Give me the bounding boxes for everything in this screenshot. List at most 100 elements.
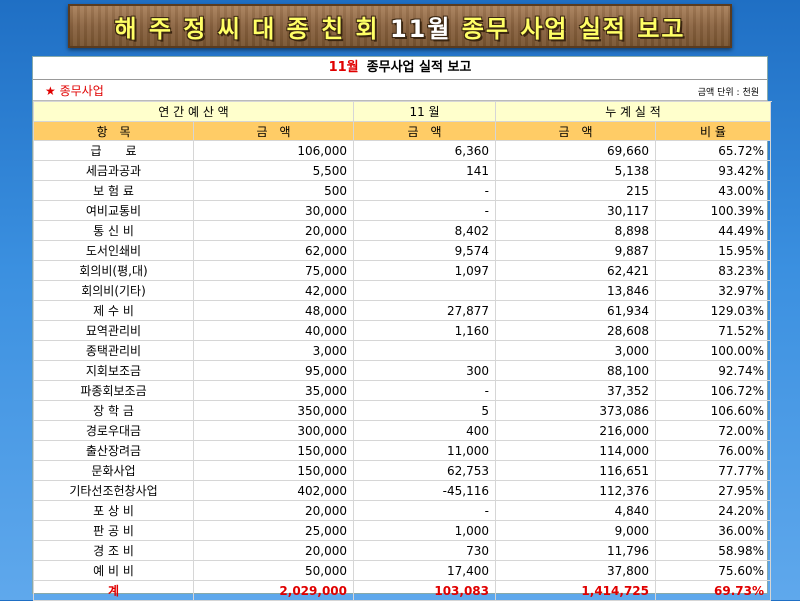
row-cumulative: 13,846 (495, 280, 656, 301)
row-budget: 75,000 (193, 260, 354, 281)
row-budget: 20,000 (193, 500, 354, 521)
report-sheet: 11월 종무사업 실적 보고 ★ 종무사업 금액 단위 : 천원 연 간 예 산 … (32, 56, 771, 601)
title-part1: 해 주 정 씨 대 종 친 회 (114, 14, 390, 43)
row-ratio: 100.00% (655, 340, 771, 361)
row-budget: 50,000 (193, 560, 354, 581)
header-ratio: 비 율 (655, 121, 771, 141)
report-subheader: ★ 종무사업 금액 단위 : 천원 (33, 80, 767, 101)
row-month: 5 (353, 400, 496, 421)
row-item-name: 경 조 비 (33, 540, 194, 561)
section-label: ★ 종무사업 (45, 84, 104, 98)
table-row: 세금과공과 5,500 141 5,138 93.42% (33, 160, 771, 181)
row-budget: 62,000 (193, 240, 354, 261)
row-budget: 350,000 (193, 400, 354, 421)
row-budget: 106,000 (193, 140, 354, 161)
row-month: 300 (353, 360, 496, 381)
row-month: 17,400 (353, 560, 496, 581)
total-month: 103,083 (353, 580, 496, 601)
header-cumulative-amount: 금 액 (495, 121, 656, 141)
row-ratio: 72.00% (655, 420, 771, 441)
page-title: 해 주 정 씨 대 종 친 회 11월 종무 사업 실적 보고 (114, 9, 685, 44)
row-month: - (353, 380, 496, 401)
title-banner: 해 주 정 씨 대 종 친 회 11월 종무 사업 실적 보고 (68, 4, 732, 48)
row-month (353, 280, 496, 301)
row-item-name: 장 학 금 (33, 400, 194, 421)
unit-label: 금액 단위 : 천원 (697, 88, 759, 98)
row-item-name: 보 험 료 (33, 180, 194, 201)
row-budget: 5,500 (193, 160, 354, 181)
row-month: 9,574 (353, 240, 496, 261)
row-cumulative: 4,840 (495, 500, 656, 521)
table-row: 장 학 금 350,000 5 373,086 106.60% (33, 400, 771, 421)
row-ratio: 77.77% (655, 460, 771, 481)
row-ratio: 83.23% (655, 260, 771, 281)
row-month: 1,160 (353, 320, 496, 341)
total-row: 계 2,029,000 103,083 1,414,725 69.73% (33, 580, 771, 601)
table-row: 예 비 비 50,000 17,400 37,800 75.60% (33, 560, 771, 581)
row-cumulative: 116,651 (495, 460, 656, 481)
table-row: 포 상 비 20,000-4,840 24.20% (33, 500, 771, 521)
row-ratio: 43.00% (655, 180, 771, 201)
row-budget: 500 (193, 180, 354, 201)
row-ratio: 76.00% (655, 440, 771, 461)
row-item-name: 통 신 비 (33, 220, 194, 241)
row-budget: 35,000 (193, 380, 354, 401)
row-budget: 48,000 (193, 300, 354, 321)
row-month: 8,402 (353, 220, 496, 241)
total-cumulative: 1,414,725 (495, 580, 656, 601)
row-ratio: 65.72% (655, 140, 771, 161)
row-cumulative: 215 (495, 180, 656, 201)
row-ratio: 75.60% (655, 560, 771, 581)
table-row: 종택관리비 3,000 3,000 100.00% (33, 340, 771, 361)
row-budget: 150,000 (193, 460, 354, 481)
row-budget: 42,000 (193, 280, 354, 301)
report-title-text: 종무사업 실적 보고 (366, 60, 472, 75)
row-month: 730 (353, 540, 496, 561)
row-budget: 3,000 (193, 340, 354, 361)
row-budget: 25,000 (193, 520, 354, 541)
report-title: 11월 종무사업 실적 보고 (33, 57, 767, 80)
row-cumulative: 3,000 (495, 340, 656, 361)
row-item-name: 제 수 비 (33, 300, 194, 321)
table-row: 기타선조헌창사업 402,000 -45,116 112,376 27.95% (33, 480, 771, 501)
table-row: 여비교통비 30,000-30,117 100.39% (33, 200, 771, 221)
row-item-name: 포 상 비 (33, 500, 194, 521)
table-row: 보 험 료 500-215 43.00% (33, 180, 771, 201)
row-month: 62,753 (353, 460, 496, 481)
table-row: 회의비(기타) 42,000 13,846 32.97% (33, 280, 771, 301)
row-cumulative: 37,352 (495, 380, 656, 401)
table-row: 제 수 비 48,000 27,877 61,934 129.03% (33, 300, 771, 321)
row-ratio: 32.97% (655, 280, 771, 301)
row-budget: 40,000 (193, 320, 354, 341)
row-month: 1,097 (353, 260, 496, 281)
row-item-name: 여비교통비 (33, 200, 194, 221)
report-month: 11월 (328, 60, 359, 75)
row-cumulative: 216,000 (495, 420, 656, 441)
row-ratio: 24.20% (655, 500, 771, 521)
row-month: 1,000 (353, 520, 496, 541)
row-budget: 402,000 (193, 480, 354, 501)
header-row-groups: 연 간 예 산 액 11 월 누 계 실 적 (33, 101, 771, 122)
table-row: 경 조 비 20,000 730 11,796 58.98% (33, 540, 771, 561)
table-row: 묘역관리비 40,000 1,160 28,608 71.52% (33, 320, 771, 341)
row-item-name: 종택관리비 (33, 340, 194, 361)
row-cumulative: 114,000 (495, 440, 656, 461)
table-row: 판 공 비 25,000 1,000 9,000 36.00% (33, 520, 771, 541)
table-row: 문화사업 150,000 62,753 116,651 77.77% (33, 460, 771, 481)
row-item-name: 예 비 비 (33, 560, 194, 581)
header-cumulative: 누 계 실 적 (495, 101, 771, 122)
row-budget: 150,000 (193, 440, 354, 461)
table-row: 급 료 106,000 6,360 69,660 65.72% (33, 140, 771, 161)
row-month: -45,116 (353, 480, 496, 501)
table-body: 급 료 106,000 6,360 69,660 65.72% 세금과공과 5,500 141… (33, 140, 771, 601)
table-row: 회의비(평,대) 75,000 1,097 62,421 83.23% (33, 260, 771, 281)
row-cumulative: 30,117 (495, 200, 656, 221)
row-item-name: 출산장려금 (33, 440, 194, 461)
row-ratio: 71.52% (655, 320, 771, 341)
row-budget: 20,000 (193, 220, 354, 241)
row-item-name: 파종회보조금 (33, 380, 194, 401)
row-item-name: 회의비(평,대) (33, 260, 194, 281)
row-cumulative: 62,421 (495, 260, 656, 281)
row-item-name: 기타선조헌창사업 (33, 480, 194, 501)
row-ratio: 58.98% (655, 540, 771, 561)
